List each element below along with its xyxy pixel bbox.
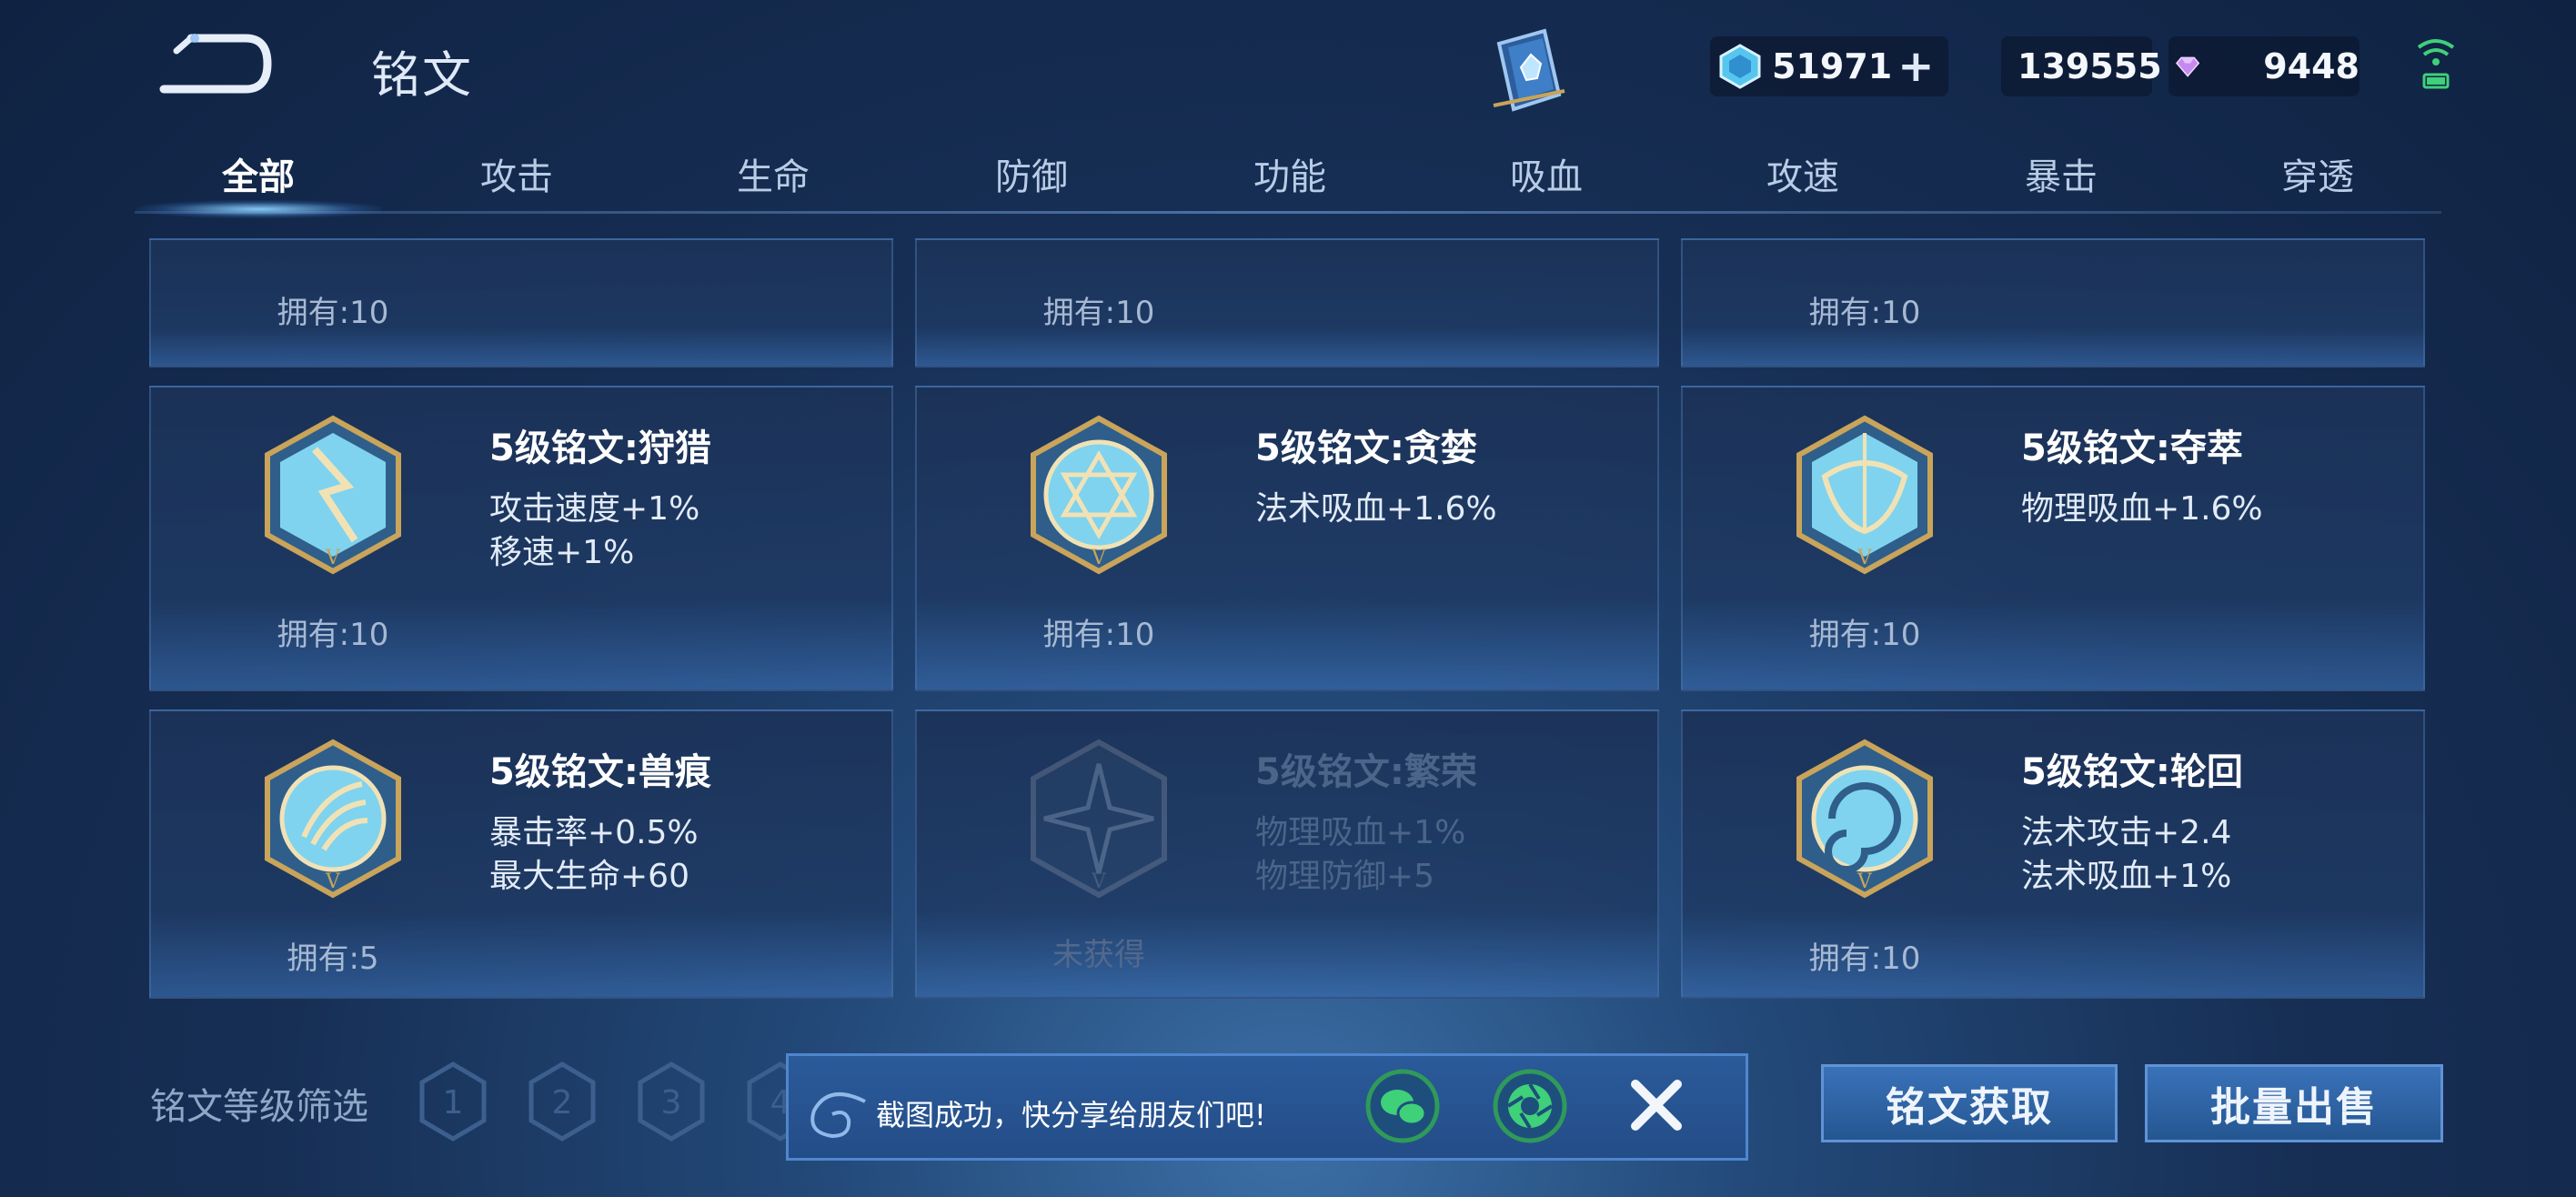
swirl-decoration-icon [810, 1092, 866, 1139]
tab-all[interactable]: 全部 [167, 147, 349, 200]
owned-count: 拥有:5 [287, 940, 379, 977]
level-filter-label: 铭文等级筛选 [150, 1086, 368, 1128]
owned-count: 拥有:10 [1808, 295, 1921, 331]
rune-card[interactable]: 拥有:10 [149, 238, 893, 367]
add-coupon-button[interactable]: + [1897, 45, 1934, 88]
svg-text:V: V [1857, 870, 1873, 893]
owned-count: 拥有:10 [1808, 940, 1921, 977]
page-title: 铭文 [371, 46, 473, 104]
wifi-signal-icon [2417, 39, 2455, 89]
svg-text:V: V [1857, 547, 1873, 569]
greed-rune-icon: V [1031, 415, 1167, 575]
svg-text:V: V [1091, 547, 1107, 569]
rune-name: 5级铭文:贪婪 [1255, 428, 1477, 469]
svg-text:V: V [325, 547, 341, 569]
tab-crit[interactable]: 暴击 [1970, 147, 2152, 200]
level-filter-3[interactable]: 3 [635, 1061, 708, 1142]
wechat-share-button[interactable] [1364, 1068, 1441, 1144]
diamond-balance: 9448 [2168, 36, 2360, 96]
gold-balance: S 139555 [2001, 36, 2162, 96]
tab-penetration[interactable]: 穿透 [2227, 147, 2409, 200]
batch-sell-button[interactable]: 批量出售 [2145, 1064, 2443, 1142]
not-obtained-label: 未获得 [1052, 937, 1145, 973]
diamond-value: 9448 [2263, 46, 2360, 86]
tab-life[interactable]: 生命 [682, 147, 864, 200]
owned-count: 拥有:10 [277, 617, 389, 653]
owned-count: 拥有:10 [1042, 295, 1155, 331]
coupon-value: 51971 [1772, 46, 1893, 86]
rune-name: 5级铭文:夺萃 [2021, 428, 2243, 469]
rune-attribute: 法术攻击+2.4 [2021, 814, 2232, 851]
owned-count: 拥有:10 [1042, 617, 1155, 653]
screenshot-share-toast: 截图成功，快分享给朋友们吧! [786, 1053, 1748, 1161]
rune-card[interactable]: 拥有:10 [1681, 238, 2425, 367]
rune-attribute: 法术吸血+1.6% [1255, 490, 1497, 528]
hunt-rune-icon: V [265, 415, 401, 575]
rune-attribute: 法术吸血+1% [2021, 858, 2232, 895]
back-button[interactable] [155, 27, 273, 100]
rune-attribute: 暴击率+0.5% [489, 814, 699, 851]
rune-card-cycle[interactable]: V 5级铭文:轮回 法术攻击+2.4 法术吸血+1% 拥有:10 [1681, 709, 2425, 999]
share-message: 截图成功，快分享给朋友们吧! [876, 1098, 1266, 1132]
level-filter-2[interactable]: 2 [526, 1061, 599, 1142]
rune-attribute: 物理吸血+1.6% [2021, 490, 2263, 528]
tab-lifesteal[interactable]: 吸血 [1455, 147, 1637, 200]
rune-attribute: 移速+1% [489, 534, 635, 571]
beast-mark-rune-icon: V [265, 739, 401, 899]
gold-value: 139555 [2018, 46, 2162, 86]
tab-function[interactable]: 功能 [1199, 147, 1381, 200]
cycle-rune-icon: V [1796, 739, 1933, 899]
rune-card-beast-mark[interactable]: V 5级铭文:兽痕 暴击率+0.5% 最大生命+60 拥有:5 [149, 709, 893, 999]
rune-card-prosperity[interactable]: V 5级铭文:繁荣 物理吸血+1% 物理防御+5 未获得 [915, 709, 1659, 999]
prosperity-rune-icon: V [1031, 739, 1167, 899]
tab-divider [135, 211, 2441, 214]
coupon-icon [1719, 44, 1761, 89]
owned-count: 拥有:10 [277, 295, 389, 331]
tab-attack[interactable]: 攻击 [426, 147, 608, 200]
rune-name: 5级铭文:繁荣 [1255, 751, 1477, 793]
rune-card-plunder[interactable]: V 5级铭文:夺萃 物理吸血+1.6% 拥有:10 [1681, 386, 2425, 691]
rune-name: 5级铭文:狩猎 [489, 428, 711, 469]
svg-text:V: V [1091, 870, 1107, 893]
rune-attribute: 物理吸血+1% [1255, 814, 1466, 851]
rune-attribute: 攻击速度+1% [489, 490, 700, 528]
rune-card-hunt[interactable]: V 5级铭文:狩猎 攻击速度+1% 移速+1% 拥有:10 [149, 386, 893, 691]
rune-name: 5级铭文:轮回 [2021, 751, 2243, 793]
level-number: 1 [443, 1084, 464, 1122]
obtain-rune-button[interactable]: 铭文获取 [1821, 1064, 2118, 1142]
level-number: 3 [661, 1084, 682, 1122]
active-tab-indicator [136, 200, 382, 218]
tab-attack-speed[interactable]: 攻速 [1712, 147, 1894, 200]
owned-count: 拥有:10 [1808, 617, 1921, 653]
coupon-balance: 51971 + [1710, 36, 1948, 96]
rune-card-greed[interactable]: V 5级铭文:贪婪 法术吸血+1.6% 拥有:10 [915, 386, 1659, 691]
level-number: 2 [552, 1084, 573, 1122]
close-icon[interactable] [1625, 1073, 1688, 1137]
rune-book-icon[interactable] [1488, 27, 1570, 115]
moments-share-button[interactable] [1492, 1068, 1568, 1144]
rune-name: 5级铭文:兽痕 [489, 751, 711, 793]
level-filter-1[interactable]: 1 [417, 1061, 489, 1142]
diamond-icon [2176, 56, 2200, 77]
tab-defense[interactable]: 防御 [941, 147, 1122, 200]
plunder-rune-icon: V [1796, 415, 1933, 575]
rune-attribute: 物理防御+5 [1255, 858, 1435, 895]
rune-attribute: 最大生命+60 [489, 858, 689, 895]
rune-card[interactable]: 拥有:10 [915, 238, 1659, 367]
svg-text:V: V [325, 870, 341, 893]
category-tabs: 全部 攻击 生命 防御 功能 吸血 攻速 暴击 穿透 [135, 136, 2445, 218]
